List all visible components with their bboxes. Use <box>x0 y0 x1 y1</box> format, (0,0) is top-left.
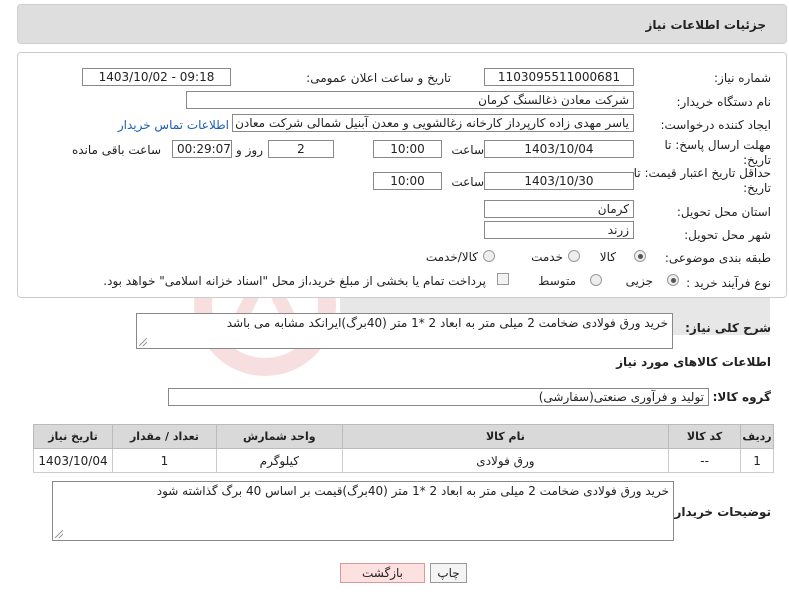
announce-field: 1403/10/02 - 09:18 <box>82 68 231 86</box>
buyer-notes-text: خرید ورق فولادی ضخامت 2 میلی متر به ابعا… <box>156 484 669 498</box>
page-title: جزئیات اطلاعات نیاز <box>645 18 766 32</box>
process-partial-label: جزیی <box>625 274 653 288</box>
days-field: 2 <box>268 140 334 158</box>
city-field: زرند <box>484 221 634 239</box>
contact-info-link[interactable]: اطلاعات تماس خریدار <box>118 118 229 132</box>
buyer-notes-label: توضیحات خریدار: <box>669 505 771 519</box>
summary-textarea[interactable]: خرید ورق فولادی ضخامت 2 میلی متر به ابعا… <box>136 313 673 349</box>
summary-text: خرید ورق فولادی ضخامت 2 میلی متر به ابعا… <box>226 316 668 330</box>
process-medium-radio[interactable] <box>590 274 602 286</box>
remaining-label: ساعت باقی مانده <box>71 143 161 157</box>
col-unit-header: واحد شمارش <box>215 424 343 449</box>
days-label: روز و <box>236 143 263 157</box>
reply-date-field: 1403/10/04 <box>484 140 634 158</box>
col-code-header: کد کالا <box>668 424 742 449</box>
need-number-field: 1103095511000681 <box>484 68 634 86</box>
category-service-radio[interactable] <box>568 250 580 262</box>
col-name-header: نام کالا <box>341 424 670 449</box>
price-time-field: 10:00 <box>373 172 442 190</box>
goods-group-field: تولید و فرآوری صنعتی(سفارشی) <box>168 388 709 406</box>
treasury-payment-checkbox[interactable] <box>497 273 509 285</box>
reply-deadline-label: مهلت ارسال پاسخ: تا تاریخ: <box>664 138 771 167</box>
price-time-label: ساعت <box>451 175 484 189</box>
goods-group-label: گروه کالا: <box>712 390 771 404</box>
creator-label: ایجاد کننده درخواست: <box>660 118 771 132</box>
cell-code: -- <box>668 448 742 473</box>
remaining-time-field: 00:29:07 <box>172 140 232 158</box>
city-label: شهر محل تحویل: <box>684 228 771 242</box>
goods-table: ردیف کد کالا نام کالا واحد شمارش تعداد /… <box>32 424 774 473</box>
category-service-label: خدمت <box>531 250 563 264</box>
price-validity-label: حداقل تاریخ اعتبار قیمت: تا تاریخ: <box>633 166 771 195</box>
summary-label: شرح کلی نیاز: <box>685 321 771 335</box>
price-date-field: 1403/10/30 <box>484 172 634 190</box>
goods-section-title: اطلاعات کالاهای مورد نیاز <box>616 355 771 369</box>
process-label: نوع فرآیند خرید : <box>686 276 771 290</box>
category-goods-label: کالا <box>599 250 616 264</box>
back-button[interactable]: بازگشت <box>340 563 425 583</box>
cell-qty: 1 <box>112 448 217 473</box>
col-date-header: تاریخ نیاز <box>32 424 114 449</box>
announce-label: تاریخ و ساعت اعلان عمومی: <box>306 71 451 85</box>
reply-time-label: ساعت <box>451 143 484 157</box>
category-both-radio[interactable] <box>483 250 495 262</box>
process-medium-label: متوسط <box>538 274 576 288</box>
print-button[interactable]: چاپ <box>430 563 467 583</box>
table-header-row: ردیف کد کالا نام کالا واحد شمارش تعداد /… <box>32 424 774 449</box>
treasury-payment-note: پرداخت تمام یا بخشی از مبلغ خرید،از محل … <box>103 274 486 288</box>
need-number-label: شماره نیاز: <box>714 71 771 85</box>
buyer-org-label: نام دستگاه خریدار: <box>676 95 772 109</box>
col-qty-header: تعداد / مقدار <box>112 424 217 449</box>
province-label: استان محل تحویل: <box>676 205 771 219</box>
cell-name: ورق فولادی <box>341 448 670 473</box>
process-partial-radio[interactable] <box>667 274 679 286</box>
table-row: 1 -- ورق فولادی کیلوگرم 1 1403/10/04 <box>32 448 774 473</box>
page-header: جزئیات اطلاعات نیاز <box>17 4 787 44</box>
category-goods-radio[interactable] <box>634 250 646 262</box>
province-field: کرمان <box>484 200 634 218</box>
resize-grip-icon[interactable] <box>55 530 63 538</box>
category-label: طبقه بندی موضوعی: <box>664 251 771 265</box>
cell-row: 1 <box>740 448 774 473</box>
buyer-notes-textarea[interactable]: خرید ورق فولادی ضخامت 2 میلی متر به ابعا… <box>52 481 674 541</box>
resize-grip-icon[interactable] <box>139 338 147 346</box>
cell-unit: کیلوگرم <box>215 448 343 473</box>
reply-time-field: 10:00 <box>373 140 442 158</box>
category-both-label: کالا/خدمت <box>425 250 478 264</box>
cell-date: 1403/10/04 <box>32 448 114 473</box>
creator-field: یاسر مهدی زاده کارپرداز کارخانه زغالشویی… <box>232 114 634 132</box>
col-row-header: ردیف <box>740 424 774 449</box>
buyer-org-field: شرکت معادن ذغالسنگ کرمان <box>186 91 634 109</box>
